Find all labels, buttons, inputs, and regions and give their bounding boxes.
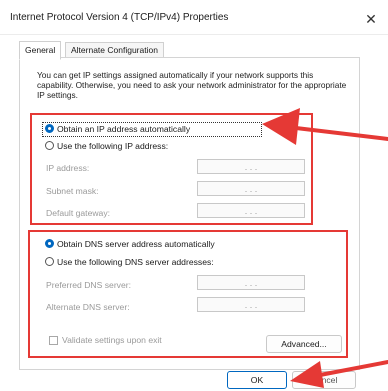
arrow-to-ok-icon [290,360,388,388]
arrow-to-ip-auto-icon [262,108,388,145]
tab-general[interactable]: General [19,41,62,60]
